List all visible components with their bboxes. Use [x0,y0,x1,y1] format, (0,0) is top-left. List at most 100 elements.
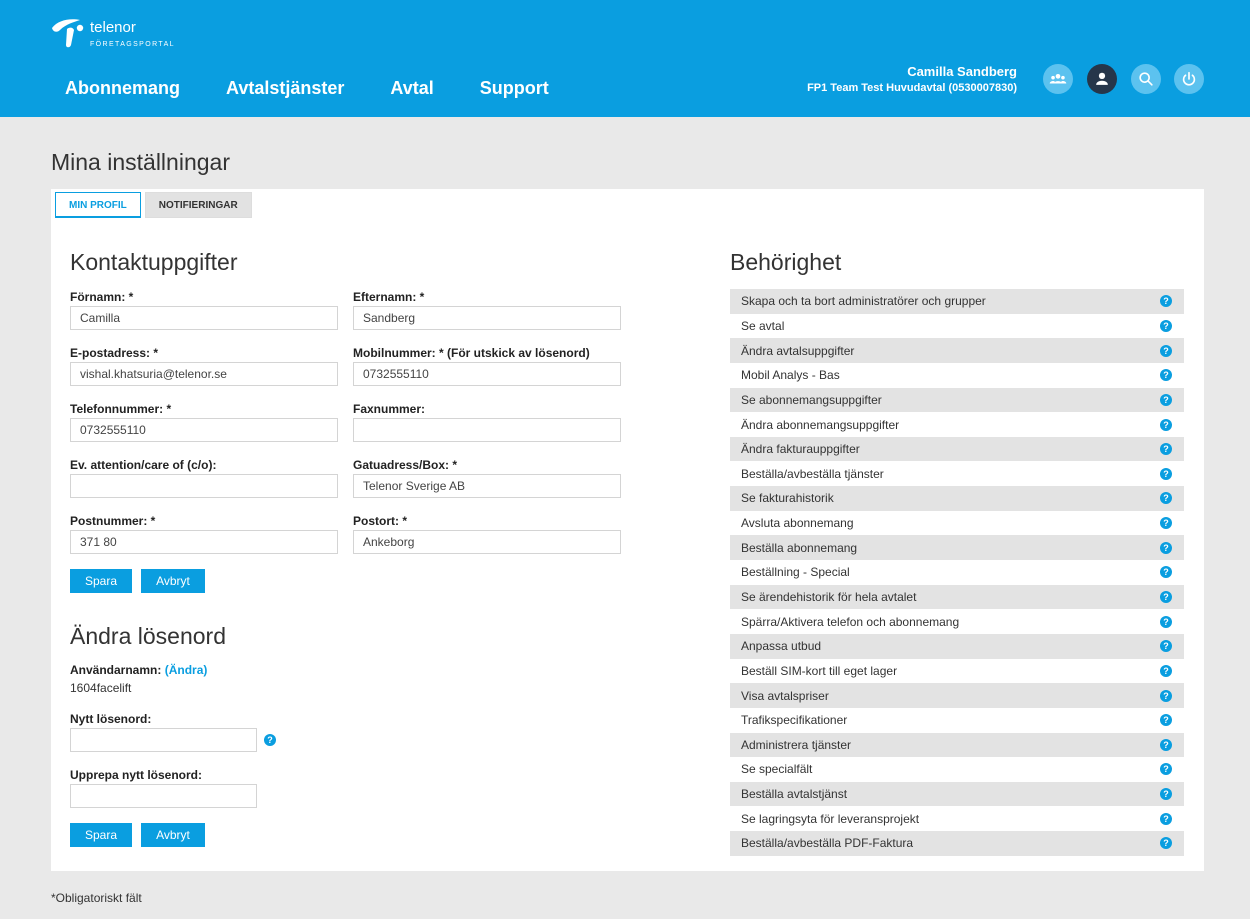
help-icon[interactable]: ? [1160,295,1172,308]
nav-item-avtalstjanster[interactable]: Avtalstjänster [226,76,344,100]
phone-label: Telefonnummer: * [70,402,172,416]
permission-label: Trafikspecifikationer [741,713,848,728]
help-icon[interactable]: ? [1160,344,1172,357]
tab-min-profil[interactable]: MIN PROFIL [55,192,141,218]
permission-row: Ändra abonnemangsuppgifter? [730,412,1184,437]
username-label: Användarnamn: [70,663,162,677]
permission-label: Se specialfält [741,762,813,777]
mobile-input[interactable]: 0732555110 [353,362,621,386]
settings-card: MIN PROFIL NOTIFIERINGAR Kontaktuppgifte… [51,189,1204,871]
permission-label: Visa avtalspriser [741,688,829,703]
permission-row: Mobil Analys - Bas? [730,363,1184,388]
power-icon[interactable] [1174,64,1204,94]
permission-label: Se avtal [741,318,785,333]
new-password-label: Nytt lösenord: [70,712,152,726]
top-header: telenor FÖRETAGSPORTAL Abonnemang Avtals… [0,0,1250,117]
help-icon[interactable]: ? [1160,319,1172,332]
contact-cancel-button[interactable]: Avbryt [141,569,205,593]
last-name-label: Efternamn: * [353,290,425,304]
zip-label: Postnummer: * [70,514,156,528]
help-icon[interactable]: ? [1160,615,1172,628]
attention-input[interactable] [70,474,338,498]
password-save-button[interactable]: Spara [70,823,132,847]
phone-input[interactable]: 0732555110 [70,418,338,442]
help-icon[interactable]: ? [1160,566,1172,579]
permission-row: Beställa/avbeställa tjänster? [730,461,1184,486]
logo-text: telenor [90,19,136,36]
user-icon[interactable] [1087,64,1117,94]
help-icon[interactable]: ? [1160,591,1172,603]
permission-row: Se abonnemangsuppgifter? [730,387,1184,413]
permission-label: Administrera tjänster [741,737,852,752]
permission-row: Beställ SIM-kort till eget lager? [730,659,1184,684]
main-nav: Abonnemang Avtalstjänster Avtal Support [65,76,595,100]
permissions-list: Skapa och ta bort administratörer och gr… [730,289,1184,856]
fax-input[interactable] [353,418,621,442]
help-icon[interactable]: ? [1160,664,1172,677]
permission-label: Anpassa utbud [741,639,822,654]
telenor-logo[interactable]: telenor FÖRETAGSPORTAL [50,14,180,54]
nav-item-avtal[interactable]: Avtal [390,76,433,100]
permission-label: Skapa och ta bort administratörer och gr… [741,294,986,309]
help-icon[interactable]: ? [1160,837,1172,850]
permission-row: Beställa avtalstjänst? [730,781,1184,807]
last-name-input[interactable]: Sandberg [353,306,621,330]
city-input[interactable]: Ankeborg [353,530,621,554]
permission-row: Trafikspecifikationer? [730,708,1184,733]
help-icon[interactable]: ? [1160,541,1172,554]
permission-label: Beställ SIM-kort till eget lager [741,663,898,678]
permissions-section-title: Behörighet [730,249,842,275]
permission-row: Beställa/avbeställa PDF-Faktura? [730,831,1184,856]
email-input[interactable]: vishal.khatsuria@telenor.se [70,362,338,386]
help-icon[interactable]: ? [1160,393,1172,406]
permission-row: Se ärendehistorik för hela avtalet? [730,584,1184,610]
help-icon[interactable]: ? [1160,467,1172,480]
help-icon[interactable]: ? [1160,443,1172,456]
permission-label: Beställa abonnemang [741,540,858,555]
city-label: Postort: * [353,514,407,528]
new-password-input[interactable] [70,728,257,752]
help-icon[interactable]: ? [1160,763,1172,776]
permission-label: Avsluta abonnemang [741,516,854,531]
user-name: Camilla Sandberg [907,64,1017,79]
permission-label: Se lagringsyta för leveransprojekt [741,811,920,826]
help-icon[interactable]: ? [1160,788,1172,801]
repeat-password-input[interactable] [70,784,257,808]
help-icon[interactable]: ? [1160,714,1172,727]
help-icon[interactable]: ? [1160,369,1172,382]
nav-item-support[interactable]: Support [480,76,549,100]
help-icon[interactable]: ? [1160,812,1172,825]
help-icon[interactable]: ? [1160,738,1172,751]
mobile-label: Mobilnummer: * (För utskick av lösenord) [353,346,590,360]
help-icon[interactable]: ? [1160,640,1172,653]
contact-save-button[interactable]: Spara [70,569,132,593]
permission-label: Mobil Analys - Bas [741,368,840,383]
password-cancel-button[interactable]: Avbryt [141,823,205,847]
nav-item-abonnemang[interactable]: Abonnemang [65,76,180,100]
tab-notifieringar[interactable]: NOTIFIERINGAR [144,192,252,218]
permission-label: Ändra avtalsuppgifter [741,343,855,358]
permission-row: Se specialfält? [730,757,1184,782]
search-icon[interactable] [1131,64,1161,94]
permission-label: Ändra abonnemangsuppgifter [741,417,900,432]
zip-input[interactable]: 371 80 [70,530,338,554]
attention-label: Ev. attention/care of (c/o): [70,458,217,472]
permission-row: Beställa abonnemang? [730,535,1184,561]
users-group-icon[interactable] [1043,64,1073,94]
permission-row: Skapa och ta bort administratörer och gr… [730,289,1184,314]
first-name-input[interactable]: Camilla [70,306,338,330]
help-icon[interactable]: ? [1160,492,1172,505]
permission-row: Visa avtalspriser? [730,683,1184,708]
permission-row: Se fakturahistorik? [730,486,1184,511]
help-icon[interactable]: ? [1160,517,1172,530]
tab-bar: MIN PROFIL NOTIFIERINGAR [55,192,256,218]
help-icon[interactable]: ? [1160,418,1172,431]
permission-label: Beställning - Special [741,565,850,580]
page-title: Mina inställningar [51,149,230,175]
first-name-label: Förnamn: * [70,290,134,304]
help-icon[interactable]: ? [264,734,276,746]
street-input[interactable]: Telenor Sverige AB [353,474,621,498]
help-icon[interactable]: ? [1160,689,1172,702]
permission-label: Spärra/Aktivera telefon och abonnemang [741,614,960,629]
change-username-link[interactable]: (Ändra) [165,663,208,677]
